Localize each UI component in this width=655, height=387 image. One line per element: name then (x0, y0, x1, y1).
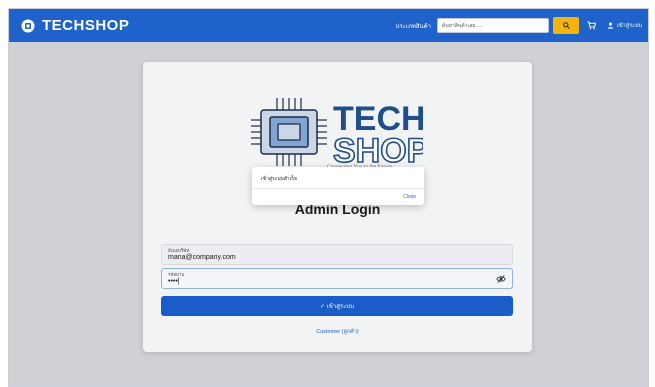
category-menu[interactable]: ประเภทสินค้า (396, 21, 431, 31)
password-label: รหัสผ่าน (168, 272, 185, 277)
search-icon (562, 22, 570, 29)
cart-icon (587, 21, 597, 30)
nav-right-group: ประเภทสินค้า เข้าสู (396, 9, 642, 42)
password-value: ••••| (168, 278, 180, 285)
cart-button[interactable] (587, 21, 597, 31)
browser-viewport: TECHSHOP ประเภทสินค้า ค้นหาสินค้าเลย....… (8, 8, 649, 387)
password-field[interactable]: รหัสผ่าน ••••| (161, 268, 513, 289)
nav-login-link[interactable]: เข้าสู่ระบบ (607, 22, 642, 30)
top-navbar: TECHSHOP ประเภทสินค้า ค้นหาสินค้าเลย....… (9, 9, 648, 42)
email-label: อีเมลบริษัท (168, 248, 190, 253)
email-field[interactable]: อีเมลบริษัท mana@company.com (161, 244, 513, 265)
brand[interactable]: TECHSHOP (21, 17, 129, 34)
search-input[interactable] (437, 18, 550, 33)
nav-login-label: เข้าสู่ระบบ (617, 22, 642, 29)
alert-dialog: เข้าสู่ระบบสำเร็จ Close (252, 167, 424, 205)
brand-name: TECHSHOP (42, 17, 130, 34)
alert-divider (252, 188, 424, 189)
login-card: TECH SHOP Connecting You to the Future A… (143, 62, 532, 352)
techshop-logo: TECH SHOP (251, 98, 423, 171)
chip-icon (21, 19, 35, 32)
alert-close-button[interactable]: Close (403, 194, 416, 200)
login-submit-button[interactable]: ✓ เข้าสู่ระบบ (161, 296, 513, 316)
customer-login-link[interactable]: Customer (ลูกค้า) (143, 328, 532, 336)
alert-message: เข้าสู่ระบบสำเร็จ (261, 176, 297, 182)
user-icon (607, 22, 614, 29)
chip-logo-icon (251, 98, 327, 166)
eye-icon[interactable] (496, 274, 506, 284)
search-button[interactable] (553, 17, 580, 34)
email-value: mana@company.com (168, 254, 236, 261)
